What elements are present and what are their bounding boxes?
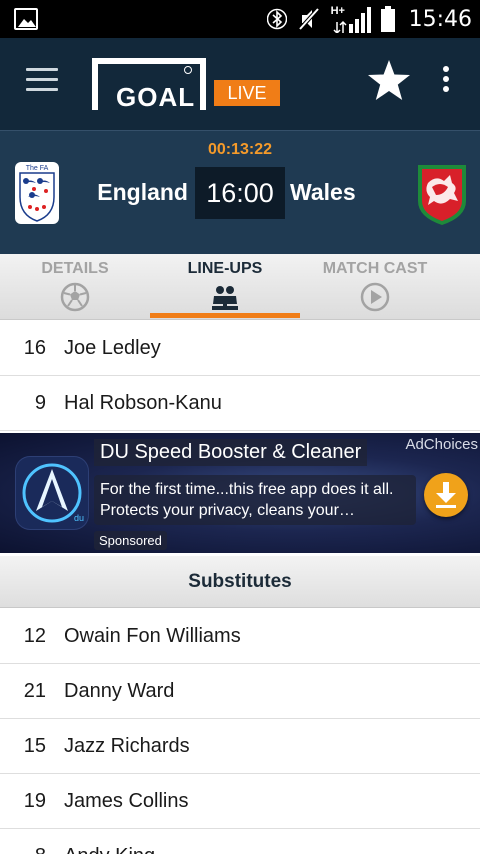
player-name: Andy King — [64, 845, 155, 854]
players-icon — [212, 286, 238, 310]
image-icon — [14, 8, 38, 30]
sponsored-label: Sponsored — [94, 531, 167, 550]
player-row[interactable]: 8 Andy King — [0, 829, 480, 854]
tab-match-cast-label: MATCH CAST — [322, 260, 428, 277]
battery-icon — [380, 6, 395, 32]
player-number: 19 — [23, 790, 46, 812]
logo-text: GOAL — [112, 82, 200, 113]
active-tab-indicator — [150, 313, 300, 318]
player-number: 12 — [23, 625, 46, 647]
tab-lineups[interactable]: LINE-UPS — [150, 254, 300, 320]
bluetooth-icon — [266, 8, 287, 30]
sponsored-ad[interactable]: du DU Speed Booster & Cleaner AdChoices … — [0, 433, 480, 553]
player-row[interactable]: 15 Jazz Richards — [0, 719, 480, 774]
download-icon[interactable] — [424, 473, 468, 517]
player-row[interactable]: 16 Joe Ledley — [0, 321, 480, 376]
football-icon — [60, 282, 90, 312]
menu-icon[interactable] — [26, 68, 58, 92]
away-team-name[interactable]: Wales — [290, 179, 400, 206]
player-name: James Collins — [64, 790, 189, 812]
signal-icon: H+ — [331, 5, 371, 33]
tab-bar: DETAILS LINE-UPS MATCH CAST — [0, 254, 480, 320]
player-row[interactable]: 19 James Collins — [0, 774, 480, 829]
player-row[interactable]: 21 Danny Ward — [0, 664, 480, 719]
player-number: 8 — [0, 845, 46, 854]
match-timer: 00:13:22 — [207, 141, 273, 158]
match-header: The FA 00:13:22 England 16:00 Wales — [0, 130, 480, 254]
player-name: Jazz Richards — [64, 735, 190, 757]
player-name: Hal Robson-Kanu — [64, 392, 222, 414]
tab-details[interactable]: DETAILS — [0, 254, 150, 320]
ad-description-line1: For the first time...this free app does … — [100, 481, 394, 498]
ad-icon-label: du — [74, 513, 84, 523]
england-badge: The FA — [15, 162, 59, 224]
goal-logo[interactable]: GOAL — [92, 58, 206, 113]
more-icon[interactable] — [438, 66, 454, 100]
fa-badge-text: The FA — [26, 165, 49, 172]
player-name: Danny Ward — [64, 680, 175, 702]
wales-badge — [418, 165, 466, 225]
clock: 15:46 — [408, 6, 472, 32]
ad-app-icon[interactable]: du — [16, 457, 88, 529]
status-bar: H+ 15:46 — [0, 0, 480, 38]
mute-icon — [298, 7, 320, 31]
live-badge: LIVE — [214, 80, 280, 106]
home-team-name[interactable]: England — [70, 179, 188, 206]
player-number: 15 — [23, 735, 46, 757]
match-score: 16:00 — [195, 167, 285, 219]
player-name: Joe Ledley — [64, 337, 161, 359]
ad-choices-link[interactable]: AdChoices — [405, 436, 478, 453]
player-name: Owain Fon Williams — [64, 625, 241, 647]
tab-lineups-label: LINE-UPS — [187, 260, 263, 277]
star-icon[interactable] — [366, 58, 412, 104]
app-bar: GOAL LIVE — [0, 38, 480, 130]
substitutes-header: Substitutes — [0, 556, 480, 608]
player-row[interactable]: 9 Hal Robson-Kanu — [0, 376, 480, 431]
player-number: 9 — [34, 392, 46, 414]
player-number: 21 — [23, 680, 46, 702]
player-number: 16 — [23, 337, 46, 359]
play-icon — [360, 282, 390, 312]
ad-title[interactable]: DU Speed Booster & Cleaner — [94, 439, 368, 466]
ad-description-line2: Protects your privacy, cleans your… — [100, 502, 355, 519]
ad-description: For the first time...this free app does … — [94, 475, 416, 525]
tab-match-cast[interactable]: MATCH CAST — [300, 254, 450, 320]
tab-details-label: DETAILS — [41, 260, 109, 277]
player-row[interactable]: 12 Owain Fon Williams — [0, 609, 480, 664]
